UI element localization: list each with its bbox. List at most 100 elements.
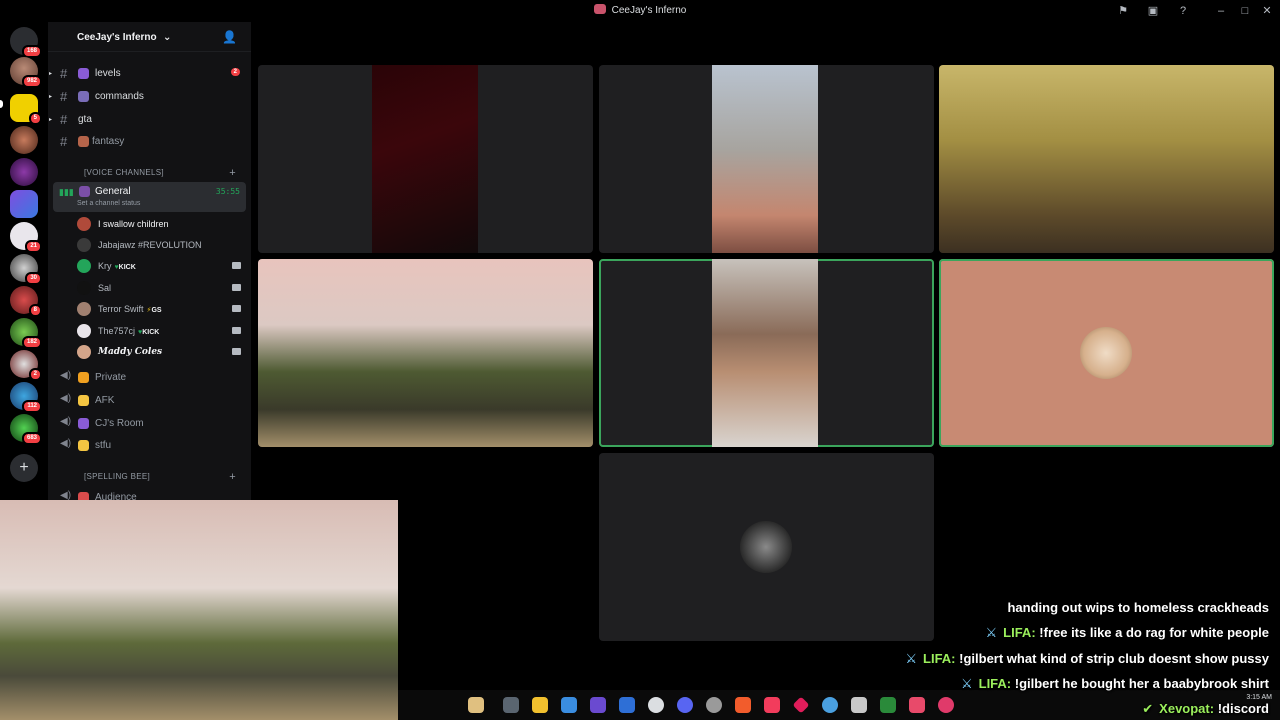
copilot-icon[interactable] xyxy=(561,697,577,713)
channel-label: gta xyxy=(78,114,92,125)
camera-icon xyxy=(232,327,241,334)
voice-channel-private[interactable]: ◀) Private xyxy=(58,368,248,388)
member-name: Maddy Coles xyxy=(98,347,163,357)
minimize-icon[interactable]: – xyxy=(1214,4,1228,18)
video-tile[interactable] xyxy=(258,65,593,253)
teams-icon[interactable] xyxy=(590,697,606,713)
server-icon[interactable]: 182 xyxy=(10,318,42,349)
channel-levels[interactable]: ▸ # levels 2 xyxy=(49,64,248,84)
server-icon[interactable]: 5 xyxy=(10,94,42,125)
app-logo-icon xyxy=(593,4,606,14)
video-tile[interactable] xyxy=(599,65,934,253)
webcam-overlay xyxy=(0,500,398,720)
chat-message: ✔ Xevopat: !discord xyxy=(1142,701,1269,717)
server-icon[interactable] xyxy=(10,190,38,218)
app-icon[interactable] xyxy=(792,696,810,714)
speaker-icon: ◀) xyxy=(60,438,72,449)
voice-member[interactable]: Kry ♥KICK xyxy=(77,256,247,276)
maximize-icon[interactable]: □ xyxy=(1238,4,1252,18)
text-channel-icon: # xyxy=(60,134,68,149)
store-icon[interactable] xyxy=(619,697,635,713)
chevron-down-icon: ⌄ xyxy=(163,32,172,43)
app-icon[interactable] xyxy=(909,697,925,713)
chat-text: !gilbert he bought her a baabybrook shir… xyxy=(1014,676,1269,691)
sword-icon: ⚔ xyxy=(960,676,973,691)
server-home[interactable]: 168 xyxy=(10,27,42,58)
add-channel-icon[interactable]: + xyxy=(229,167,236,179)
clock[interactable]: 3:15 AM xyxy=(1246,694,1272,701)
channel-label: fantasy xyxy=(92,136,125,147)
voice-member[interactable]: Terror Swift ⚡GS xyxy=(77,299,247,319)
channel-gta[interactable]: ▸ # gta xyxy=(49,110,248,130)
server-icon[interactable]: 112 xyxy=(10,382,42,413)
stage-channel-audience[interactable]: ◀) Audience xyxy=(58,488,248,500)
voice-member[interactable]: Jabajawz #REVOLUTION xyxy=(77,235,247,255)
taskbar-app-icon[interactable] xyxy=(468,697,484,713)
chat-message: ⚔ LIFA: !free its like a do rag for white… xyxy=(986,625,1270,641)
member-name: Terror Swift xyxy=(98,304,144,314)
server-icon[interactable]: 982 xyxy=(10,57,42,88)
obs-icon[interactable] xyxy=(706,697,722,713)
video-tile[interactable] xyxy=(939,65,1274,253)
avatar xyxy=(77,259,91,273)
video-feed xyxy=(712,259,818,447)
voice-channel-stfu[interactable]: ◀) stfu xyxy=(58,436,248,456)
lock-icon xyxy=(78,372,89,383)
chrome-icon[interactable] xyxy=(648,697,664,713)
discord-icon[interactable] xyxy=(677,697,693,713)
flag-icon[interactable]: ⚑ xyxy=(1116,4,1130,18)
server-icon[interactable] xyxy=(10,126,38,154)
voice-member[interactable]: Maddy Coles xyxy=(77,342,247,362)
inbox-icon[interactable]: ▣ xyxy=(1146,4,1160,18)
add-channel-icon[interactable]: + xyxy=(229,471,236,483)
voice-channel-cj-room[interactable]: ◀) CJ's Room xyxy=(58,414,248,434)
chat-text: !discord xyxy=(1217,701,1269,716)
server-icon[interactable]: 2 xyxy=(10,350,42,381)
channel-commands[interactable]: ▸ # commands xyxy=(49,87,248,107)
server-icon[interactable]: 683 xyxy=(10,414,42,445)
speaker-icon: ◀) xyxy=(60,370,72,381)
voice-timer: 35:55 xyxy=(215,187,240,196)
voice-member[interactable]: The757cj ♥KICK xyxy=(77,321,247,341)
server-header[interactable]: CeeJay's Inferno ⌄ 👤 xyxy=(48,22,251,52)
title-bar: CeeJay's Inferno ⚑ ▣ ? – □ ✕ xyxy=(0,0,1280,22)
camera-icon xyxy=(232,348,241,355)
brave-icon[interactable] xyxy=(735,697,751,713)
video-tile-speaking[interactable] xyxy=(599,259,934,447)
voice-member[interactable]: Sal xyxy=(77,278,247,298)
server-icon[interactable]: 30 xyxy=(10,254,42,285)
xbox-icon[interactable] xyxy=(880,697,896,713)
server-icon[interactable]: 8 xyxy=(10,286,42,317)
video-tile-speaking[interactable] xyxy=(939,259,1274,447)
terminal-icon[interactable] xyxy=(503,697,519,713)
close-icon[interactable]: ✕ xyxy=(1260,4,1274,18)
server-name: CeeJay's Inferno xyxy=(77,32,157,43)
server-rail: 168 982 5 21 30 8 182 2 112 683 + xyxy=(0,22,48,500)
member-name: Jabajawz #REVOLUTION xyxy=(98,240,202,250)
voice-member[interactable]: I swallow children xyxy=(77,214,247,234)
help-icon[interactable]: ? xyxy=(1176,4,1190,18)
chat-message: ⚔ LIFA: !gilbert he bought her a baabybro… xyxy=(961,676,1269,692)
app-icon[interactable] xyxy=(851,697,867,713)
category-spelling-bee[interactable]: [SPELLING BEE] + xyxy=(58,471,248,486)
text-channel-icon: # xyxy=(60,89,68,104)
channel-status-link[interactable]: Set a channel status xyxy=(77,200,140,207)
browser-icon[interactable] xyxy=(822,697,838,713)
video-tile[interactable] xyxy=(258,259,593,447)
server-icon[interactable]: 21 xyxy=(10,222,42,253)
channel-fantasy[interactable]: # fantasy xyxy=(58,132,248,152)
voice-channel-afk[interactable]: ◀) AFK xyxy=(58,391,248,411)
channel-emoji-icon xyxy=(78,492,89,500)
invite-people-icon[interactable]: 👤 xyxy=(222,30,237,44)
music-icon[interactable] xyxy=(764,697,780,713)
category-voice-channels[interactable]: [VOICE CHANNELS] + xyxy=(58,167,248,182)
voice-channel-general[interactable]: ▮▮▮ General 35:55 Set a channel status xyxy=(53,182,246,212)
text-channel-icon: # xyxy=(60,66,68,81)
video-tile[interactable] xyxy=(599,453,934,641)
server-icon[interactable] xyxy=(10,158,38,186)
add-server-button[interactable]: + xyxy=(10,454,38,482)
app-icon[interactable] xyxy=(938,697,954,713)
folder-icon[interactable] xyxy=(532,697,548,713)
member-tag: KICK xyxy=(118,264,136,271)
video-feed xyxy=(258,259,593,447)
